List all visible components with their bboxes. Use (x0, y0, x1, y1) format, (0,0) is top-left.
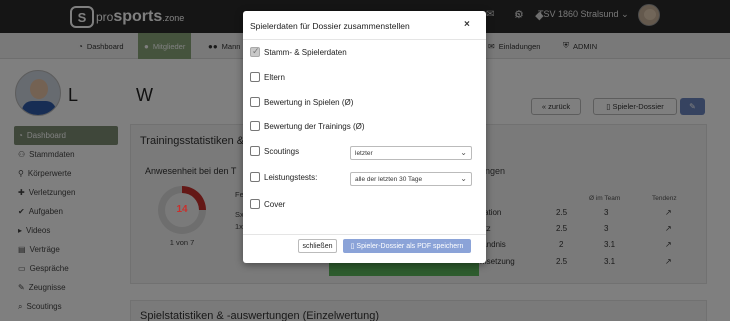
option-cover[interactable]: Cover (250, 199, 285, 209)
ring-value: 14 (176, 204, 188, 215)
checkbox-scoutings[interactable] (250, 146, 260, 156)
chevron-down-icon: ⌄ (460, 174, 467, 183)
checkbox-leistungstests[interactable] (250, 172, 260, 182)
tests-select[interactable]: alle der letzten 30 Tage ⌄ (350, 172, 472, 186)
checkbox-stammdaten[interactable] (250, 46, 260, 57)
option-stammdaten[interactable]: Stamm- & Spielerdaten (250, 46, 347, 57)
option-bewertung-trainings[interactable]: Bewertung der Trainings (Ø) (250, 121, 365, 131)
modal-title: Spielerdaten für Dossier zusammenstellen (250, 21, 410, 31)
close-button[interactable]: schließen (298, 239, 337, 253)
checkbox-bewertung-trainings[interactable] (250, 121, 260, 131)
close-icon[interactable]: × (464, 19, 470, 30)
modal-header: Spielerdaten für Dossier zusammenstellen… (243, 11, 486, 40)
option-eltern[interactable]: Eltern (250, 72, 285, 82)
save-pdf-button[interactable]: ▯ Spieler-Dossier als PDF speichern (343, 239, 471, 253)
option-scoutings[interactable]: Scoutings (250, 146, 299, 156)
scouting-select[interactable]: letzter ⌄ (350, 146, 472, 160)
modal-footer-divider (243, 234, 486, 235)
chevron-down-icon: ⌄ (460, 148, 467, 157)
checkbox-eltern[interactable] (250, 72, 260, 82)
option-leistungstests[interactable]: Leistungstests: (250, 172, 317, 182)
option-bewertung-spiele[interactable]: Bewertung in Spielen (Ø) (250, 97, 353, 107)
dossier-modal: Spielerdaten für Dossier zusammenstellen… (243, 11, 486, 263)
checkbox-cover[interactable] (250, 199, 260, 209)
checkbox-bewertung-spiele[interactable] (250, 97, 260, 107)
